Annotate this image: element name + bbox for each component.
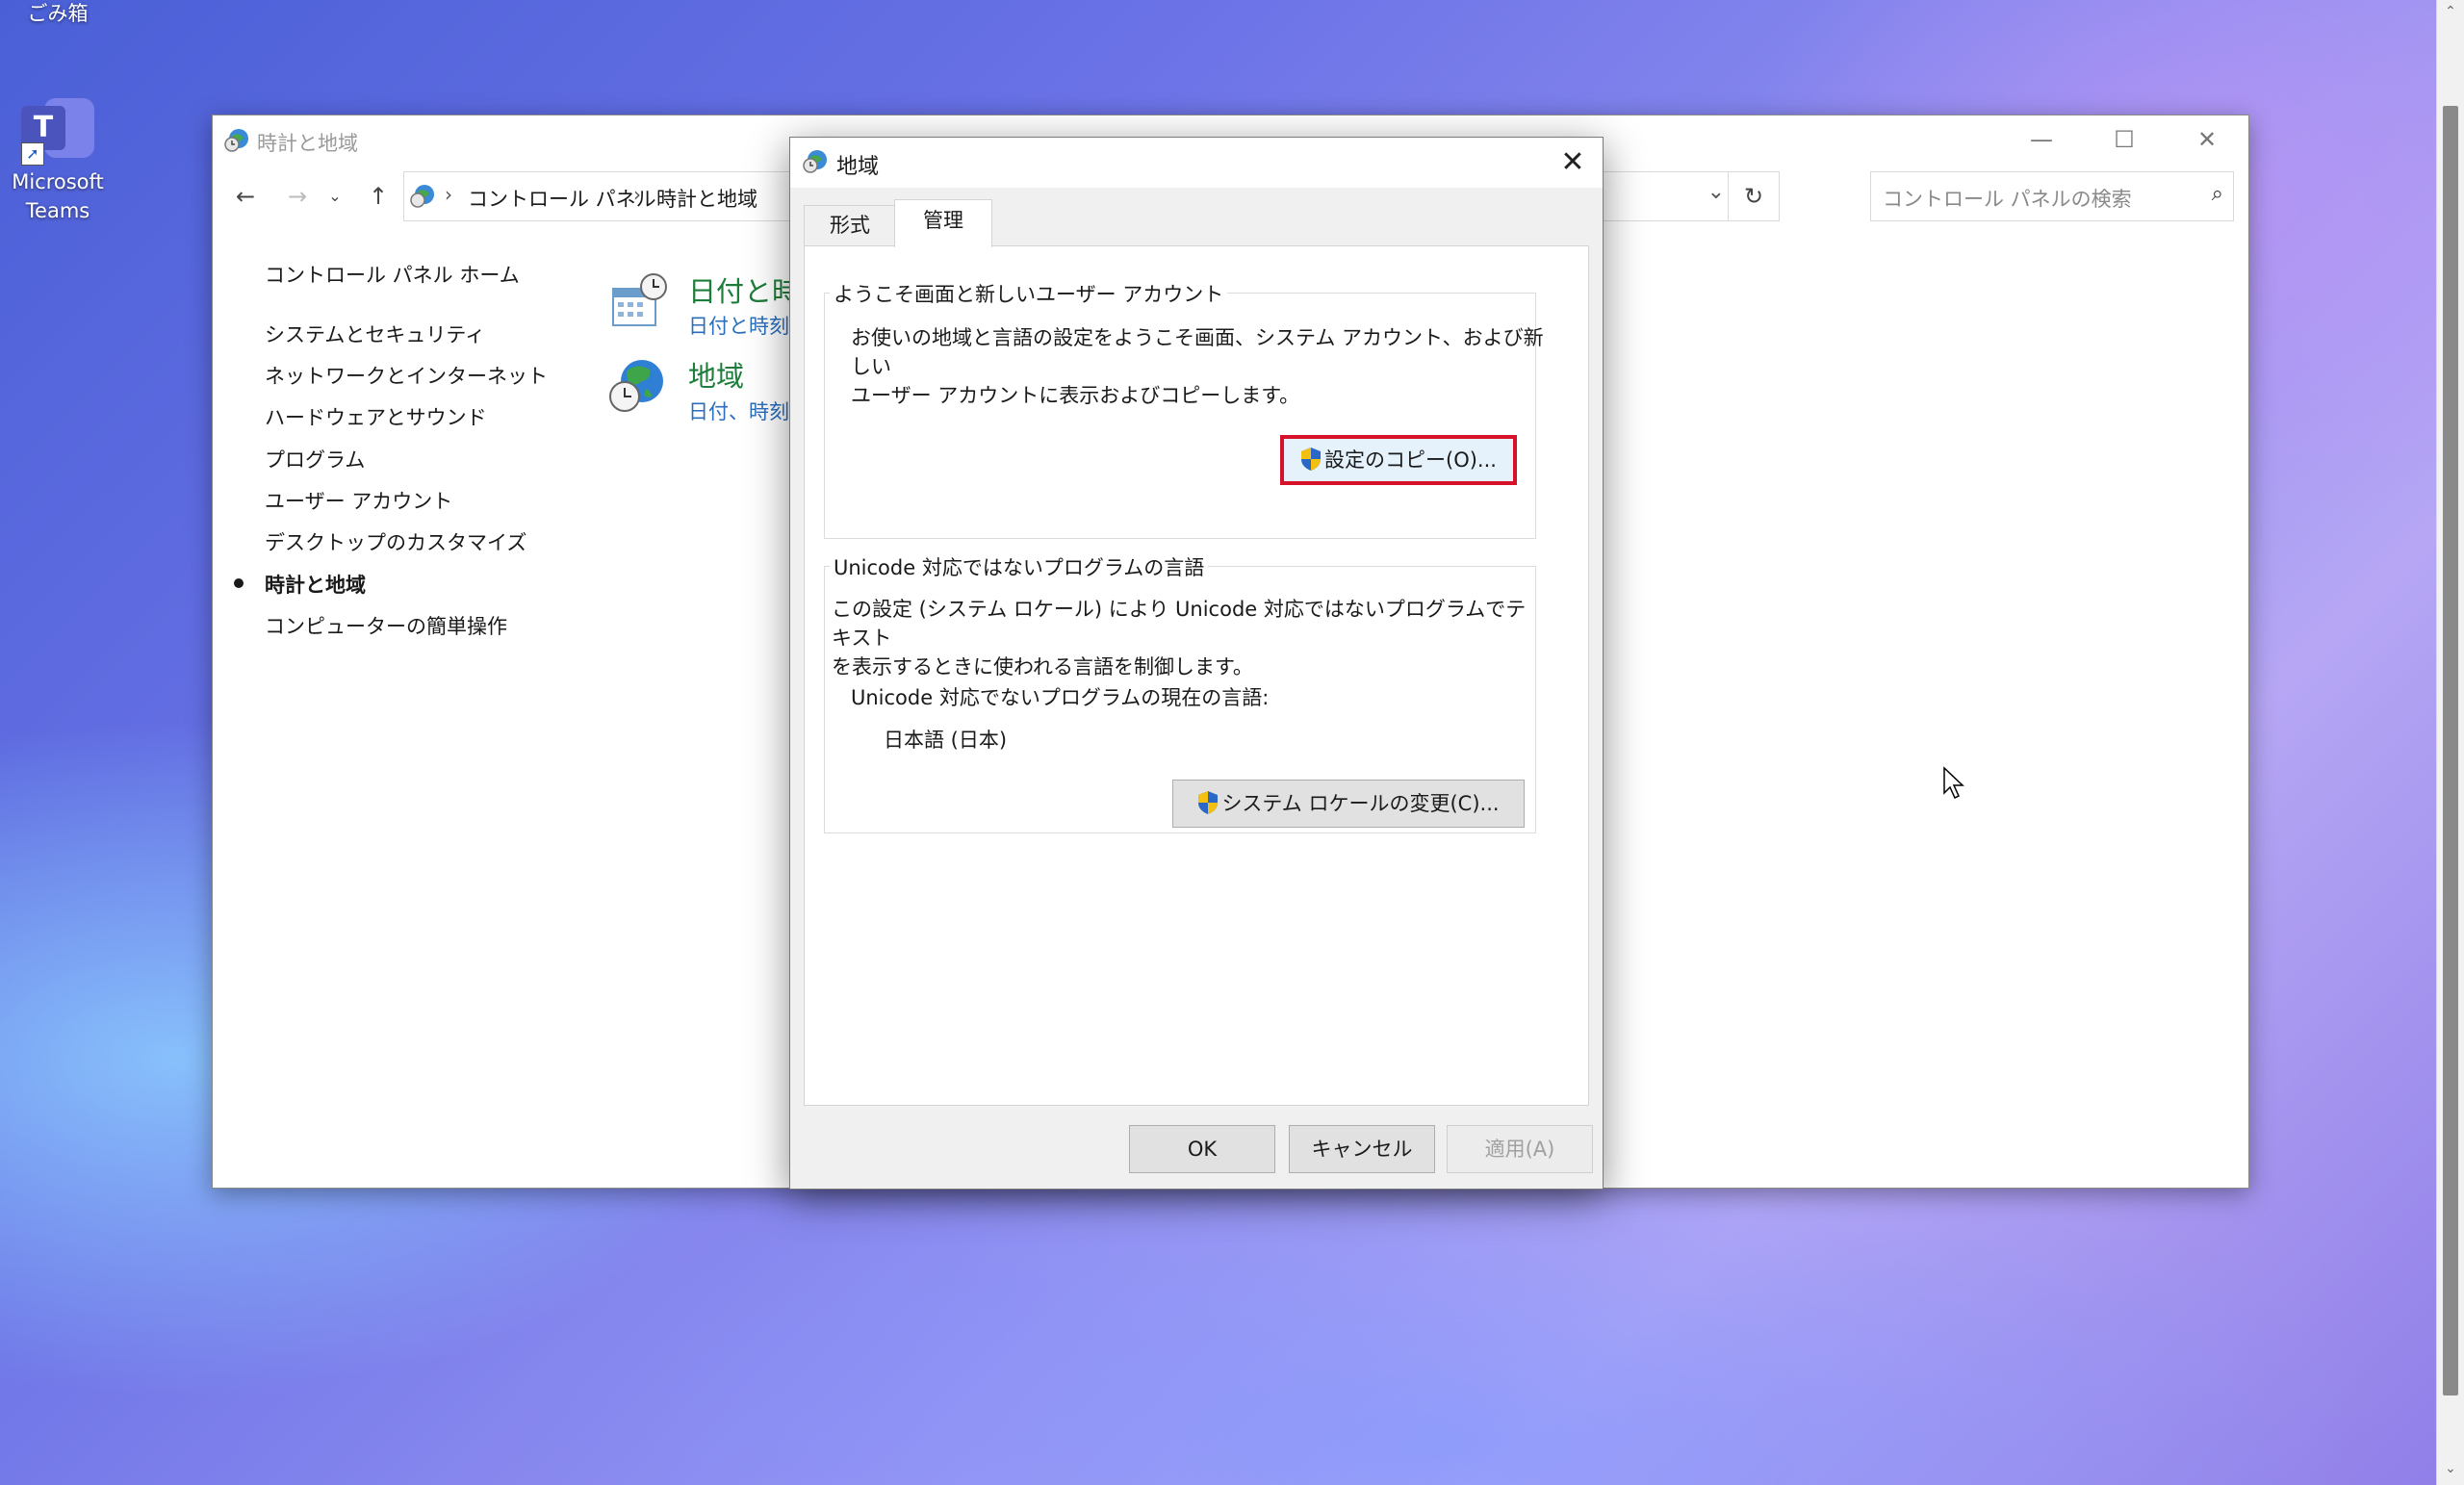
close-window-button[interactable]: ✕: [2166, 115, 2248, 166]
sidebar-item-hardware-sound[interactable]: ハードウェアとサウンド: [265, 402, 487, 431]
tab-administrative[interactable]: 管理: [894, 199, 992, 247]
sidebar-item-clock-region[interactable]: 時計と地域: [265, 570, 366, 599]
scroll-down-arrow-icon[interactable]: ⌄: [2437, 1461, 2464, 1476]
desktop-scrollbar[interactable]: ⌃ ⌄: [2436, 0, 2464, 1485]
breadcrumb-separator-icon: ›: [633, 183, 641, 206]
recycle-bin-label[interactable]: ごみ箱: [17, 0, 98, 27]
calendar-clock-icon: [612, 273, 667, 326]
refresh-icon[interactable]: ↻: [1728, 172, 1779, 220]
uac-shield-icon: [1301, 448, 1322, 471]
dialog-title: 地域: [836, 155, 880, 179]
administrative-tab-panel: ようこそ画面と新しいユーザー アカウント お使いの地域と言語の設定をようこそ画面…: [804, 245, 1589, 1106]
category-region-link[interactable]: 日付、時刻: [688, 397, 789, 425]
breadcrumb-control-panel[interactable]: コントロール パネル: [468, 184, 656, 213]
category-region-title[interactable]: 地域: [688, 354, 744, 395]
window-title: 時計と地域: [257, 132, 358, 155]
scrollbar-thumb[interactable]: [2443, 106, 2458, 1395]
region-dialog: 地域 ✕ 形式 管理 ようこそ画面と新しいユーザー アカウント お使いの地域と言…: [789, 137, 1604, 1190]
ok-button[interactable]: OK: [1129, 1125, 1275, 1173]
sidebar-item-home[interactable]: コントロール パネル ホーム: [265, 260, 520, 289]
dialog-titlebar[interactable]: 地域 ✕: [790, 138, 1603, 188]
apply-button[interactable]: 適用(A): [1447, 1125, 1593, 1173]
sidebar-item-user-accounts[interactable]: ユーザー アカウント: [265, 486, 452, 515]
search-icon[interactable]: ⌕: [2212, 182, 2223, 206]
mouse-cursor-icon: [1943, 766, 1964, 800]
copy-settings-button[interactable]: 設定のコピー(O)...: [1280, 435, 1517, 485]
up-arrow-icon[interactable]: ↑: [361, 179, 396, 214]
teams-shortcut-label[interactable]: Microsoft Teams: [0, 167, 116, 225]
recent-locations-chevron-icon[interactable]: ⌄: [324, 179, 346, 214]
welcome-group-label: ようこそ画面と新しいユーザー アカウント: [830, 279, 1228, 308]
breadcrumb-separator-icon: ›: [445, 183, 452, 206]
search-placeholder: コントロール パネルの検索: [1883, 188, 2132, 211]
scroll-up-arrow-icon[interactable]: ⌃: [2437, 4, 2464, 19]
welcome-description: お使いの地域と言語の設定をようこそ画面、システム アカウント、および新しい ユーザ…: [851, 326, 1544, 407]
sidebar-item-system-security[interactable]: システムとセキュリティ: [265, 320, 485, 348]
non-unicode-group-label: Unicode 対応ではないプログラムの言語: [830, 552, 1209, 581]
sidebar-item-network[interactable]: ネットワークとインターネット: [265, 361, 548, 390]
current-language-label: Unicode 対応でないプログラムの現在の言語:: [851, 686, 1270, 709]
globe-clock-icon: [609, 360, 663, 412]
sidebar-item-personalization[interactable]: デスクトップのカスタマイズ: [265, 527, 526, 556]
uac-shield-icon: [1198, 791, 1219, 814]
control-panel-icon: [410, 185, 434, 208]
current-language-value: 日本語 (日本): [884, 729, 1008, 752]
clock-globe-icon: [224, 129, 248, 152]
cancel-button[interactable]: キャンセル: [1289, 1125, 1435, 1173]
forward-arrow-icon[interactable]: →: [280, 179, 315, 214]
sidebar-item-ease-of-access[interactable]: コンピューターの簡単操作: [265, 611, 507, 640]
region-globe-icon: [803, 150, 827, 173]
change-system-locale-button[interactable]: システム ロケールの変更(C)...: [1172, 780, 1525, 828]
non-unicode-description: この設定 (システム ロケール) により Unicode 対応ではないプログラム…: [832, 598, 1527, 678]
active-item-bullet: [234, 578, 244, 588]
maximize-button[interactable]: ☐: [2083, 115, 2166, 166]
search-input[interactable]: コントロール パネルの検索 ⌕: [1870, 171, 2234, 221]
tab-format[interactable]: 形式: [804, 205, 896, 245]
dialog-close-icon[interactable]: ✕: [1543, 138, 1603, 188]
category-date-time-link[interactable]: 日付と時刻: [688, 311, 789, 340]
breadcrumb-clock-region[interactable]: 時計と地域: [656, 184, 757, 213]
sidebar-item-programs[interactable]: プログラム: [265, 445, 365, 474]
minimize-button[interactable]: —: [2000, 115, 2083, 166]
category-date-time-title[interactable]: 日付と時: [688, 269, 800, 310]
address-dropdown-icon[interactable]: ⌄: [1707, 180, 1725, 204]
teams-shortcut-icon[interactable]: T ➚: [17, 92, 98, 169]
back-arrow-icon[interactable]: ←: [228, 179, 263, 214]
